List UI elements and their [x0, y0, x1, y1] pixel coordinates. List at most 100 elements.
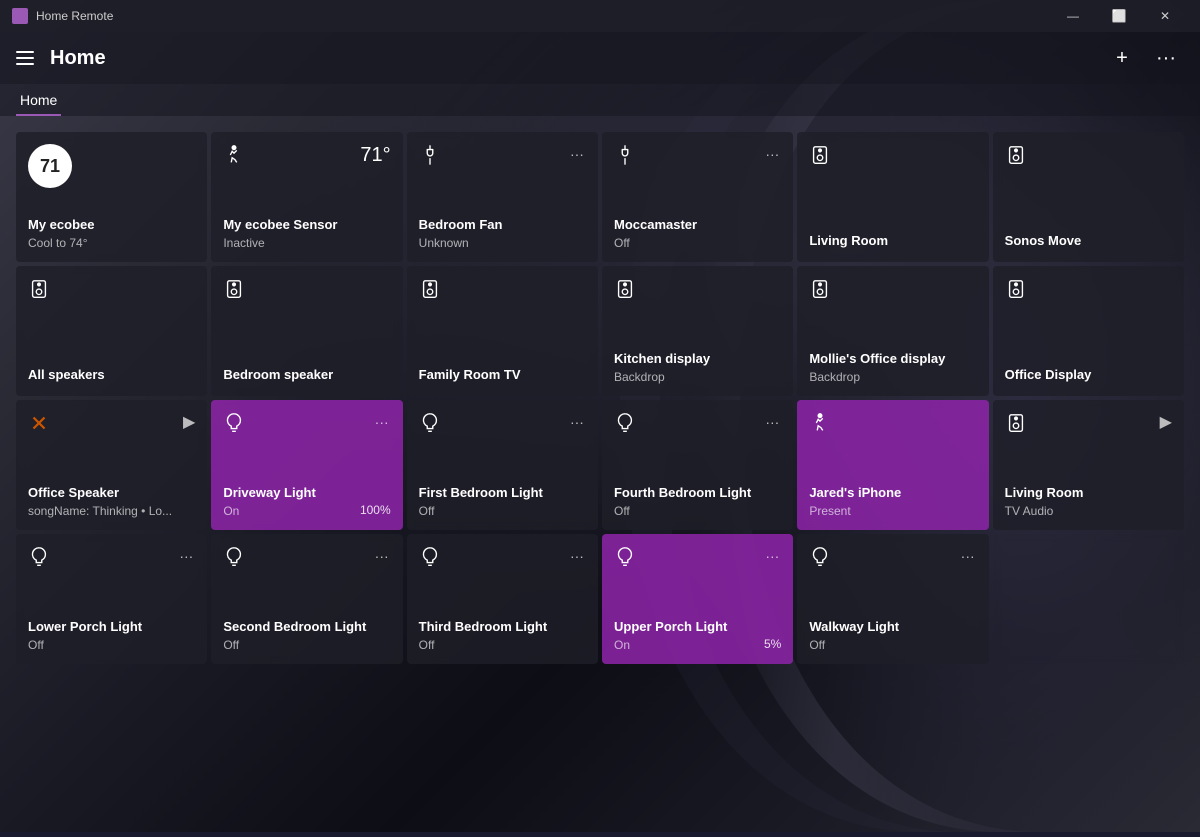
tile-top — [419, 278, 586, 304]
tile-menu-btn[interactable]: ··· — [959, 546, 977, 566]
tile-top — [28, 278, 195, 304]
tile-top: ··· — [614, 546, 781, 572]
tile-menu-btn[interactable]: ··· — [568, 412, 586, 432]
tile-name: Living Room — [1005, 485, 1172, 502]
speaker-icon — [614, 278, 636, 304]
tile-status: Backdrop — [809, 370, 976, 384]
tile-ecobee-sensor[interactable]: 71° My ecobee Sensor Inactive — [211, 132, 402, 262]
tile-name: Office Display — [1005, 367, 1172, 384]
tile-name: Second Bedroom Light — [223, 619, 390, 636]
app-icon — [12, 8, 28, 24]
minimize-button[interactable]: — — [1050, 0, 1096, 32]
tile-menu-btn[interactable]: ··· — [373, 412, 391, 432]
window-controls: — ⬜ ✕ — [1050, 0, 1188, 32]
tile-name: Living Room — [809, 233, 976, 250]
tile-top: ▶ — [1005, 412, 1172, 438]
tile-name: All speakers — [28, 367, 195, 384]
tile-menu-btn[interactable]: ··· — [373, 546, 391, 566]
tile-office-display[interactable]: Office Display — [993, 266, 1184, 396]
tile-bottom: Third Bedroom Light Off — [419, 619, 586, 652]
tile-name: Kitchen display — [614, 351, 781, 368]
speaker-icon — [1005, 144, 1027, 170]
tile-living-room-tv[interactable]: ▶ Living Room TV Audio — [993, 400, 1184, 530]
tile-bottom: Living Room — [809, 233, 976, 250]
tile-name: Bedroom Fan — [419, 217, 586, 234]
titlebar: Home Remote — ⬜ ✕ — [0, 0, 1200, 32]
tile-grid: 71 My ecobee Cool to 74° 71° My ecobee S… — [0, 116, 1200, 680]
maximize-button[interactable]: ⬜ — [1096, 0, 1142, 32]
play-btn[interactable]: ▶ — [1160, 412, 1172, 432]
tile-bottom: My ecobee Cool to 74° — [28, 217, 195, 250]
status-row: On 100% — [223, 502, 390, 518]
tile-bottom: Office Display — [1005, 367, 1172, 384]
nav-tabs: Home — [0, 84, 1200, 116]
tile-name: Fourth Bedroom Light — [614, 485, 781, 502]
tile-all-speakers[interactable]: All speakers — [16, 266, 207, 396]
tile-menu-btn[interactable]: ··· — [568, 546, 586, 566]
tile-kitchen-display[interactable]: Kitchen display Backdrop — [602, 266, 793, 396]
speaker-icon — [419, 278, 441, 304]
tile-status: On — [614, 638, 630, 652]
tile-status: Off — [614, 504, 781, 518]
speaker-icon — [223, 278, 245, 304]
tile-name: Upper Porch Light — [614, 619, 781, 636]
hamburger-menu[interactable] — [16, 51, 34, 65]
tile-menu-btn[interactable]: ··· — [763, 412, 781, 432]
tile-top — [614, 278, 781, 304]
tile-mollies-office[interactable]: Mollie's Office display Backdrop — [797, 266, 988, 396]
tile-name: My ecobee Sensor — [223, 217, 390, 234]
tile-third-bedroom-light[interactable]: ··· Third Bedroom Light Off — [407, 534, 598, 664]
tile-status: On — [223, 504, 239, 518]
close-button[interactable]: ✕ — [1142, 0, 1188, 32]
app-header-title: Home — [50, 47, 1104, 70]
tile-bedroom-fan[interactable]: ··· Bedroom Fan Unknown — [407, 132, 598, 262]
tile-walkway-light[interactable]: ··· Walkway Light Off — [797, 534, 988, 664]
tile-top: ▶ — [28, 412, 195, 438]
tile-bottom: Upper Porch Light On 5% — [614, 619, 781, 652]
tile-moccamaster[interactable]: ··· Moccamaster Off — [602, 132, 793, 262]
tile-status: Unknown — [419, 236, 586, 250]
tile-name: Family Room TV — [419, 367, 586, 384]
tile-family-room-tv[interactable]: Family Room TV — [407, 266, 598, 396]
tile-top: ··· — [28, 546, 195, 572]
bulb-icon — [28, 546, 50, 572]
add-button[interactable]: + — [1104, 40, 1140, 76]
tile-jareds-iphone[interactable]: Jared's iPhone Present — [797, 400, 988, 530]
tile-menu-btn[interactable]: ··· — [568, 144, 586, 164]
tile-ecobee[interactable]: 71 My ecobee Cool to 74° — [16, 132, 207, 262]
tile-bottom: Sonos Move — [1005, 233, 1172, 250]
tile-status: Off — [223, 638, 390, 652]
tile-top — [1005, 144, 1172, 170]
tile-lower-porch-light[interactable]: ··· Lower Porch Light Off — [16, 534, 207, 664]
tile-menu-btn[interactable]: ··· — [177, 546, 195, 566]
bulb-icon — [419, 546, 441, 572]
tile-driveway-light[interactable]: ··· Driveway Light On 100% — [211, 400, 402, 530]
more-button[interactable]: ··· — [1148, 40, 1184, 76]
home-tab[interactable]: Home — [16, 84, 61, 116]
tile-name: Driveway Light — [223, 485, 390, 502]
tile-first-bedroom-light[interactable]: ··· First Bedroom Light Off — [407, 400, 598, 530]
tile-top: ··· — [419, 546, 586, 572]
tile-name: Bedroom speaker — [223, 367, 390, 384]
cross-icon — [28, 412, 50, 438]
tile-status: Cool to 74° — [28, 236, 195, 250]
tile-second-bedroom-light[interactable]: ··· Second Bedroom Light Off — [211, 534, 402, 664]
tile-name: Walkway Light — [809, 619, 976, 636]
tile-menu-btn[interactable]: ··· — [763, 144, 781, 164]
walk-icon — [223, 144, 245, 170]
tile-menu-btn[interactable]: ··· — [763, 546, 781, 566]
tile-sonos-move[interactable]: Sonos Move — [993, 132, 1184, 262]
plug-icon — [614, 144, 636, 170]
tile-name: My ecobee — [28, 217, 195, 234]
tile-upper-porch-light[interactable]: ··· Upper Porch Light On 5% — [602, 534, 793, 664]
tile-pct: 100% — [360, 503, 391, 517]
play-btn[interactable]: ▶ — [183, 412, 195, 432]
tile-status: Present — [809, 504, 976, 518]
tile-fourth-bedroom-light[interactable]: ··· Fourth Bedroom Light Off — [602, 400, 793, 530]
tile-living-room-speaker[interactable]: Living Room — [797, 132, 988, 262]
tile-bedroom-speaker[interactable]: Bedroom speaker — [211, 266, 402, 396]
tile-office-speaker[interactable]: ▶ Office Speaker songName: Thinking • Lo… — [16, 400, 207, 530]
tile-name: Moccamaster — [614, 217, 781, 234]
walk-icon — [809, 412, 831, 438]
tile-status: TV Audio — [1005, 504, 1172, 518]
